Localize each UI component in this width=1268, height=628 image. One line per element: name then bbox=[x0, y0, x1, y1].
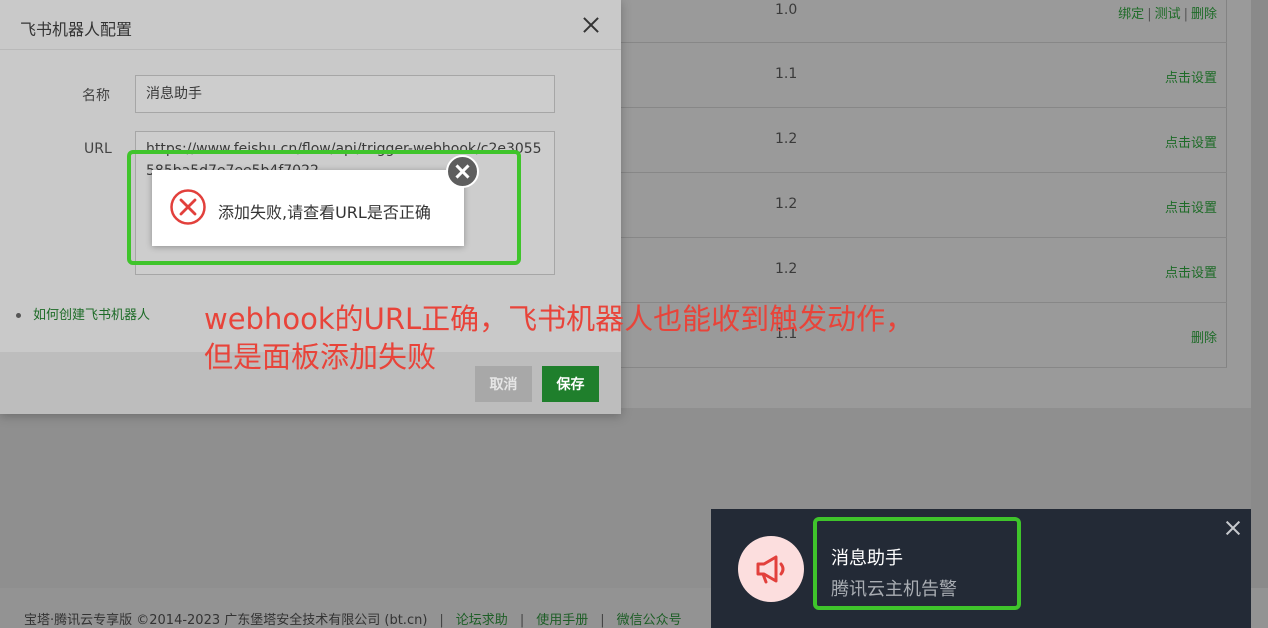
bullet-icon bbox=[16, 313, 21, 318]
table-row: 1.0 绑定 | 测试 | 删除 bbox=[600, 0, 1227, 43]
version-cell: 1.0 bbox=[775, 2, 798, 18]
version-cell: 1.2 bbox=[775, 131, 798, 147]
wechat-link[interactable]: 微信公众号 bbox=[617, 613, 682, 628]
bind-link[interactable]: 绑定 bbox=[1118, 7, 1144, 22]
megaphone-icon bbox=[738, 536, 804, 602]
settings-link[interactable]: 点击设置 bbox=[1165, 262, 1217, 281]
table-row: 1.2 点击设置 bbox=[600, 173, 1227, 238]
table-row: 1.2 点击设置 bbox=[600, 238, 1227, 303]
version-cell: 1.1 bbox=[775, 66, 798, 82]
copyright: 宝塔·腾讯云专享版 ©2014-2023 广东堡塔安全技术有限公司 (bt.cn… bbox=[24, 613, 428, 628]
annotation-line-2: 但是面板添加失败 bbox=[204, 340, 437, 374]
annotation-line-1: webhook的URL正确，飞书机器人也能收到触发动作， bbox=[204, 302, 915, 336]
name-input[interactable]: 消息助手 bbox=[135, 75, 555, 113]
settings-link[interactable]: 点击设置 bbox=[1165, 67, 1217, 86]
url-label: URL bbox=[84, 141, 112, 157]
notification-close-icon[interactable] bbox=[1225, 520, 1241, 536]
table-row: 1.2 点击设置 bbox=[600, 108, 1227, 173]
settings-link[interactable]: 点击设置 bbox=[1165, 197, 1217, 216]
dialog-title: 飞书机器人配置 bbox=[20, 20, 133, 39]
close-icon[interactable] bbox=[580, 14, 602, 36]
table-row: 1.1 点击设置 bbox=[600, 43, 1227, 108]
delete-link[interactable]: 删除 bbox=[1191, 327, 1217, 346]
highlight-box-notification bbox=[813, 517, 1021, 610]
highlight-box-error bbox=[127, 150, 521, 265]
version-cell: 1.2 bbox=[775, 196, 798, 212]
manual-link[interactable]: 使用手册 bbox=[536, 613, 588, 628]
annotation-text: webhook的URL正确，飞书机器人也能收到触发动作， 但是面板添加失败 bbox=[204, 300, 914, 376]
footer-text: 宝塔·腾讯云专享版 ©2014-2023 广东堡塔安全技术有限公司 (bt.cn… bbox=[24, 613, 682, 628]
help-link-item[interactable]: 如何创建飞书机器人 bbox=[16, 304, 150, 323]
version-cell: 1.2 bbox=[775, 261, 798, 277]
ops-cell: 绑定 | 测试 | 删除 bbox=[1118, 7, 1217, 22]
test-link[interactable]: 测试 bbox=[1155, 7, 1181, 22]
help-link-text[interactable]: 如何创建飞书机器人 bbox=[33, 308, 150, 323]
settings-link[interactable]: 点击设置 bbox=[1165, 132, 1217, 151]
scrollbar[interactable] bbox=[1251, 0, 1268, 628]
dialog-header: 飞书机器人配置 bbox=[0, 0, 621, 50]
delete-link[interactable]: 删除 bbox=[1191, 7, 1217, 22]
name-label: 名称 bbox=[82, 88, 110, 104]
forum-link[interactable]: 论坛求助 bbox=[456, 613, 508, 628]
